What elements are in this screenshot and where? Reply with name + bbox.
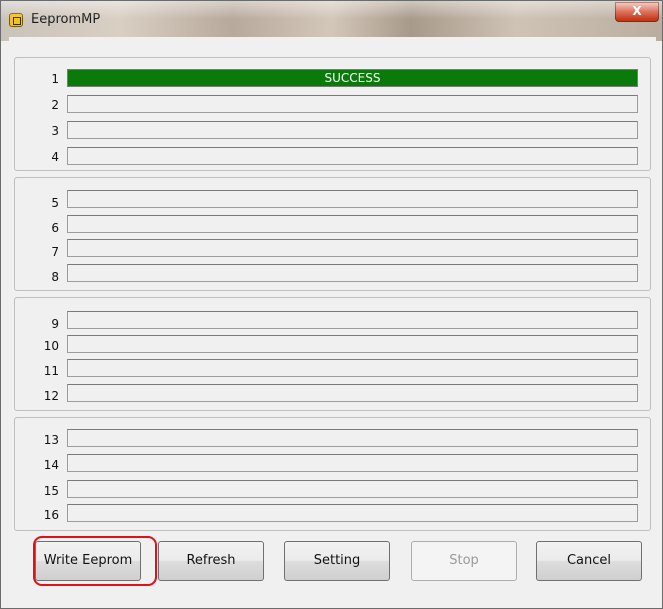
slot-status-bar: [67, 147, 638, 165]
slot-number: 8: [51, 270, 59, 284]
slot-status-bar: [67, 215, 638, 233]
slot-status-bar: SUCCESS: [67, 69, 638, 87]
slot-number: 5: [51, 196, 59, 210]
slot-status-bar: [67, 95, 638, 113]
slot-number: 15: [43, 484, 59, 498]
slot-number: 16: [43, 508, 59, 522]
window-title: EepromMP: [31, 12, 101, 27]
slot-status-bar: [67, 480, 638, 498]
client-area: 1 SUCCESS 2 3 4 5 6 7 8 9 10 11 12 13 14…: [9, 37, 656, 602]
refresh-button[interactable]: Refresh: [158, 541, 264, 581]
slot-number: 1: [51, 72, 59, 86]
slot-number: 13: [43, 433, 59, 447]
slot-status-bar: [67, 454, 638, 472]
slot-status-bar: [67, 190, 638, 208]
close-button[interactable]: X: [615, 2, 659, 22]
slot-status-bar: [67, 335, 638, 353]
slot-number: 12: [43, 389, 59, 403]
app-icon: [9, 13, 23, 27]
slot-number: 9: [51, 317, 59, 331]
stop-button: Stop: [411, 541, 517, 581]
write-eeprom-button[interactable]: Write Eeprom: [35, 541, 141, 581]
slot-status-bar: [67, 504, 638, 522]
slot-number: 2: [51, 98, 59, 112]
slot-status-bar: [67, 429, 638, 447]
title-bar[interactable]: EepromMP X: [1, 1, 662, 41]
slot-number: 11: [43, 364, 59, 378]
slot-status-bar: [67, 264, 638, 282]
slot-status-bar: [67, 239, 638, 257]
slot-number: 14: [43, 458, 59, 472]
setting-button[interactable]: Setting: [284, 541, 390, 581]
slot-status-bar: [67, 121, 638, 139]
cancel-button[interactable]: Cancel: [536, 541, 642, 581]
eeprommp-window: EepromMP X 1 SUCCESS 2 3 4 5 6 7 8 9 10 …: [0, 0, 663, 609]
slot-number: 3: [51, 124, 59, 138]
slot-number: 6: [51, 221, 59, 235]
slot-status-bar: [67, 311, 638, 329]
slot-number: 4: [51, 150, 59, 164]
slot-status-bar: [67, 384, 638, 402]
slot-number: 7: [51, 245, 59, 259]
slot-status-bar: [67, 359, 638, 377]
slot-number: 10: [43, 339, 59, 353]
